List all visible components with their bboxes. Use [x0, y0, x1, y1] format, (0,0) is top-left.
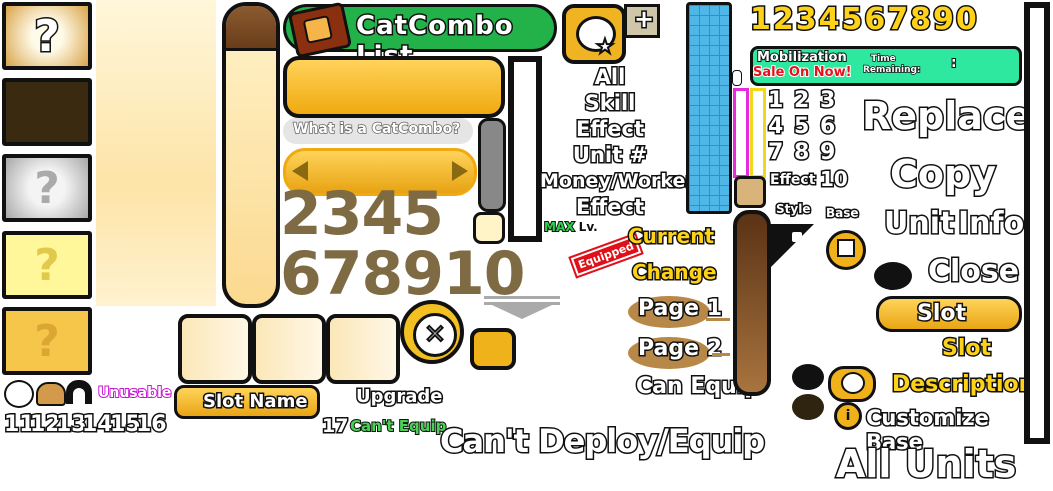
food-bowl-icon — [36, 382, 66, 406]
category-all[interactable]: All — [540, 64, 680, 91]
category-list: All Skill Effect Unit # Money/Worker Eff… — [539, 64, 697, 221]
cream-glow-panel — [96, 0, 216, 306]
effect-ten: 10 — [819, 166, 850, 193]
down-arrow-icon — [484, 296, 560, 319]
dark-brown-dot — [792, 394, 824, 420]
page-2-label: Page 2 — [636, 335, 723, 363]
page-1-line — [706, 318, 730, 321]
tile-gold[interactable]: ? — [2, 2, 92, 70]
question-mark-icon: ? — [34, 162, 60, 214]
style-label: Style — [774, 201, 811, 218]
plus-button[interactable]: + — [624, 4, 660, 38]
small-ring-icon — [732, 70, 742, 86]
gold-bar[interactable] — [283, 56, 505, 118]
slot-1[interactable] — [178, 314, 252, 384]
big-digits-row-2: 678910 — [280, 239, 525, 309]
slot-2[interactable] — [252, 314, 326, 384]
question-mark-icon: ? — [34, 315, 60, 367]
cant-deploy-equip-label: Can't Deploy/Equip — [438, 421, 766, 462]
tan-block — [734, 176, 766, 208]
copy-label[interactable]: Copy — [889, 151, 998, 198]
arrow-right-icon[interactable] — [452, 161, 468, 181]
yellow-frame — [750, 88, 766, 178]
slot-name-button[interactable]: Slot Name — [174, 385, 320, 419]
style-lock-icon[interactable] — [770, 224, 814, 268]
brown-bar — [733, 210, 771, 396]
doorway-icon — [66, 380, 92, 404]
question-mark-icon: ? — [34, 239, 60, 291]
arrow-left-icon[interactable] — [292, 161, 308, 181]
tile-dark[interactable] — [2, 78, 92, 146]
description-label: Description — [890, 371, 1035, 399]
magenta-frame — [733, 88, 749, 178]
slot-3[interactable] — [326, 314, 400, 384]
mobilization-banner: Mobilization Sale On Now! Time Remaining… — [750, 46, 1022, 86]
small-gold-button[interactable] — [470, 328, 516, 370]
unit-label[interactable]: Unit — [882, 205, 955, 243]
all-units-label: All Units — [834, 441, 1017, 488]
right-tall-frame — [1024, 2, 1050, 444]
lock-icon — [792, 232, 802, 242]
page-2-line — [712, 353, 730, 356]
star-icon: ★ — [595, 33, 615, 59]
upgrade-label: Upgrade — [355, 385, 444, 409]
label-current: Current — [626, 223, 715, 250]
cat-profile-button[interactable]: ★ — [562, 4, 626, 64]
category-skill[interactable]: Skill — [540, 90, 680, 117]
unusable-label: Unusable — [97, 384, 172, 402]
category-effect[interactable]: Effect — [540, 116, 680, 143]
black-dot — [874, 262, 912, 290]
grey-scrollbar[interactable] — [478, 118, 506, 212]
category-unit-number[interactable]: Unit # — [540, 142, 680, 169]
thin-black-frame — [508, 56, 542, 242]
what-is-catcombo-button[interactable]: What is a CatCombo? — [283, 118, 473, 144]
tile-gold-plain[interactable]: ? — [2, 307, 92, 375]
question-mark-icon: ? — [33, 9, 62, 63]
big-digits-row-1: 2345 — [280, 179, 444, 249]
base-label: Base — [825, 205, 860, 222]
blue-grid-panel — [686, 2, 732, 214]
slot-button[interactable]: Slot — [876, 296, 1022, 332]
tile-silver[interactable]: ? — [2, 154, 92, 222]
close-label[interactable]: Close — [926, 253, 1020, 291]
top-digits: 1234567890 — [749, 1, 979, 39]
number-17: 17 — [320, 414, 350, 439]
replace-label[interactable]: Replace — [860, 93, 1032, 140]
close-x-icon: ✕ — [413, 313, 457, 357]
info-label[interactable]: Info — [956, 205, 1025, 243]
effect-label-small: Effect — [768, 171, 816, 190]
black-dot-2 — [792, 364, 824, 390]
category-money-worker[interactable]: Money/Worker — [539, 168, 697, 194]
base-download-icon[interactable] — [826, 230, 866, 270]
tile-yellow[interactable]: ? — [2, 231, 92, 299]
catcombo-header: CatCombo List — [283, 1, 557, 73]
label-change: Change — [631, 259, 719, 286]
cat-gold-icon[interactable] — [828, 366, 876, 402]
cant-equip-label: Can't Equip — [349, 416, 447, 436]
max-level-label: MAX Lv. — [543, 219, 598, 235]
vertical-gauge — [222, 2, 280, 308]
cat-icon — [4, 380, 34, 408]
close-x-button[interactable]: ✕ — [400, 300, 464, 364]
number-grid: 123 456 789 — [767, 87, 837, 167]
book-icon — [287, 1, 353, 59]
info-icon[interactable]: i — [834, 402, 862, 430]
slot-label: Slot — [940, 335, 992, 363]
category-effect-2[interactable]: Effect — [540, 194, 680, 221]
plus-icon: + — [632, 4, 655, 35]
